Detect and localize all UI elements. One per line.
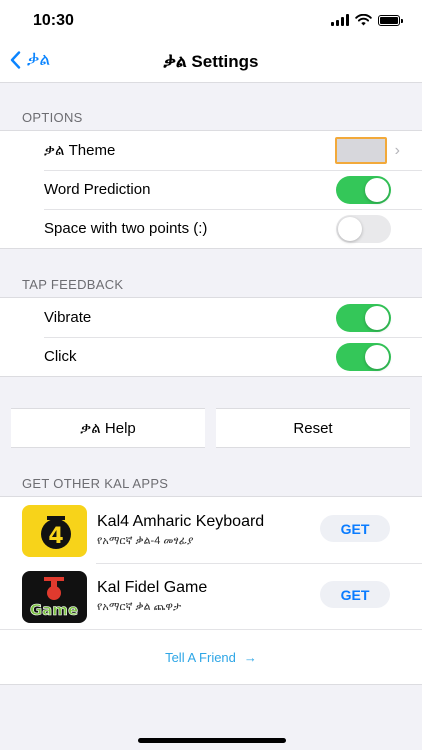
battery-icon xyxy=(378,14,403,26)
click-label: Click xyxy=(44,348,77,365)
vibrate-row: Vibrate xyxy=(0,298,422,337)
options-section-header: OPTIONS xyxy=(22,110,83,125)
app-name: Kal Fidel Game xyxy=(97,579,208,596)
app-row-kal-game: Game Kal Fidel Game የአማርኛ ቃል ጨዋታ GET xyxy=(0,563,422,629)
app-subtitle: የአማርኛ ቃል-4 መፃፊያ xyxy=(97,535,194,547)
space-two-points-toggle[interactable] xyxy=(336,214,391,243)
get-kal-game-button[interactable]: GET xyxy=(320,581,390,608)
tell-friend-link[interactable]: Tell A Friend → xyxy=(165,650,257,665)
tap-feedback-section-header: TAP FEEDBACK xyxy=(22,277,124,292)
help-button[interactable]: ቃል Help xyxy=(11,408,205,448)
kal4-app-icon: 4 xyxy=(22,505,87,557)
chevron-right-icon: › xyxy=(394,141,400,159)
toggle-knob xyxy=(338,216,362,241)
kal-game-icon-text: Game xyxy=(30,601,78,619)
space-two-points-label: Space with two points (:) xyxy=(44,220,208,237)
arrow-right-icon: → xyxy=(243,649,257,665)
toggle-knob xyxy=(365,344,389,369)
word-prediction-toggle[interactable] xyxy=(336,175,391,204)
space-two-points-row: Space with two points (:) xyxy=(0,209,422,248)
navigation-bar: ቃል ቃል Settings xyxy=(0,44,422,83)
wifi-icon xyxy=(355,14,372,26)
vibrate-label: Vibrate xyxy=(44,309,92,326)
kal4-icon-text: 4 xyxy=(48,524,63,549)
status-icons xyxy=(331,14,403,26)
home-indicator xyxy=(138,738,286,743)
get-kal4-button[interactable]: GET xyxy=(320,515,390,542)
cellular-signal-icon xyxy=(331,14,349,26)
toggle-knob xyxy=(365,305,389,330)
kal-game-app-icon: Game xyxy=(22,571,87,623)
page-title: ቃል Settings xyxy=(163,52,259,71)
toggle-knob xyxy=(365,177,389,202)
click-toggle[interactable] xyxy=(336,342,391,371)
other-apps-group: 4 Kal4 Amharic Keyboard የአማርኛ ቃል-4 መፃፊያ … xyxy=(0,496,422,685)
tell-friend-label: Tell A Friend xyxy=(165,649,236,665)
app-subtitle: የአማርኛ ቃል ጨዋታ xyxy=(97,601,182,613)
reset-button[interactable]: Reset xyxy=(216,408,410,448)
tap-feedback-group: Vibrate Click xyxy=(0,297,422,377)
click-row: Click xyxy=(0,337,422,376)
theme-color-swatch[interactable] xyxy=(335,137,387,164)
other-apps-section-header: GET OTHER KAL APPS xyxy=(22,476,169,491)
word-prediction-row: Word Prediction xyxy=(0,170,422,209)
word-prediction-label: Word Prediction xyxy=(44,181,151,198)
app-name: Kal4 Amharic Keyboard xyxy=(97,513,265,530)
vibrate-toggle[interactable] xyxy=(336,303,391,332)
app-row-kal4: 4 Kal4 Amharic Keyboard የአማርኛ ቃል-4 መፃፊያ … xyxy=(0,497,422,563)
status-bar: 10:30 xyxy=(0,0,422,44)
status-time: 10:30 xyxy=(33,12,74,29)
tell-friend-row: Tell A Friend → xyxy=(0,629,422,684)
options-group: ቃል Theme › Word Prediction Space with tw… xyxy=(0,130,422,249)
theme-row[interactable]: ቃል Theme › xyxy=(0,131,422,170)
theme-label: ቃል Theme xyxy=(44,142,116,159)
